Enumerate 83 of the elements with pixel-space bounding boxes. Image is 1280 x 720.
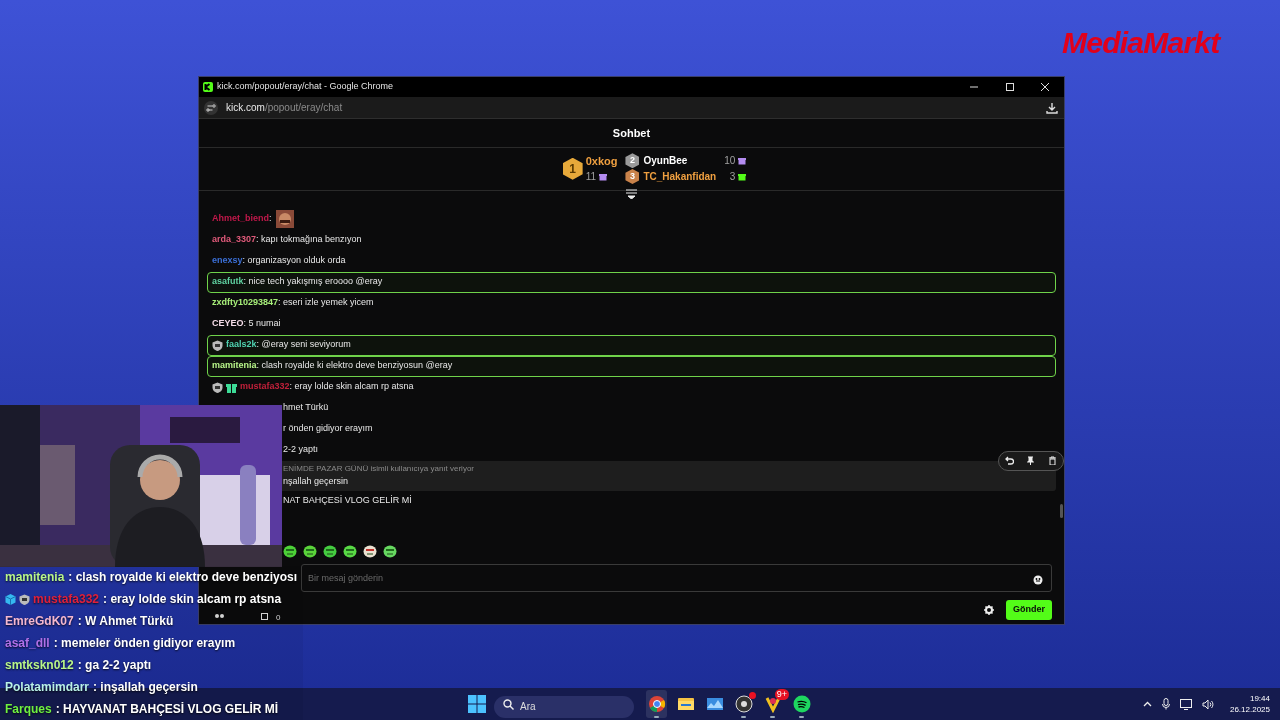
close-icon[interactable] [1040,82,1050,92]
shield-badge-icon [212,381,223,393]
folder-app-icon[interactable] [676,695,695,713]
chat-message: asafutk: nice tech yakışmış eroooo @eray [212,275,383,289]
chart-app-icon[interactable] [705,695,724,713]
stream-chat-message: : ga 2-2 yaptı [77,657,152,674]
chat-message: arda_3307: kapı tokmağına benzıyon [212,233,362,247]
cube-badge-icon [5,593,16,605]
notification-badge: 9+ [774,689,789,700]
emote-icon [283,543,297,558]
kick-favicon-icon [203,82,213,92]
pin-icon[interactable] [1026,456,1036,466]
chat-username: smtkskn012 [5,657,74,674]
chat-message: enexsy: organizasyon olduk orda [212,254,346,268]
gift-count: 3 [729,170,736,185]
reply-icon[interactable] [1005,456,1015,466]
leader-name[interactable]: OyunBee [643,153,688,169]
chat-message: CEYEO: 5 numai [212,317,281,331]
emote-icon [343,543,357,558]
chat-message: mustafa332: eray lolde skin alcam rp atsna [240,380,414,394]
display-icon[interactable] [1179,698,1192,710]
gift-count: 10 [724,154,736,169]
browser-app-icon[interactable] [647,695,666,713]
stream-chat-message: : HAYVANAT BAHÇESİ VLOG GELİR Mİ [55,701,279,718]
square-icon[interactable] [261,613,268,620]
rank-medal: 1 [562,157,583,180]
gift-badge-icon [226,381,237,393]
window-title: kick.com/popout/eray/chat - Google Chrome [217,80,395,94]
chat-message: nşallah geçersin [283,474,350,488]
chat-username: Farques [5,701,52,718]
clock-date[interactable]: 26.12.2025 [1229,704,1270,715]
brand-logo: MediaMarkt [1062,25,1220,61]
microphone-icon[interactable] [1161,698,1170,710]
reply-context: ENİMDE PAZAR GÜNÜ isimli kullanıcıya yanıt veriyor [283,462,475,475]
chat-message: hmet Türkü [283,401,329,415]
record-app-icon[interactable] [734,695,753,713]
chat-title: Sohbet [612,125,651,141]
chat-message: zxdfty10293847: eseri izle yemek yicem [212,296,374,310]
emote-icon [363,543,377,558]
music-app-icon[interactable] [792,695,811,713]
site-settings-icon[interactable] [204,100,218,115]
stream-chat-message: : W Ahmet Türkü [77,613,174,630]
emote-icon [383,543,397,558]
chat-message: NAT BAHÇESİ VLOG GELİR Mİ [283,494,412,508]
settings-icon[interactable] [984,604,994,615]
emote-icon [323,543,337,558]
dots-icon[interactable] [215,613,225,619]
rank-medal: 3 [625,169,640,185]
stream-chat-message: : memeler önden gidiyor erayım [53,635,236,652]
shield-badge-icon [212,339,223,351]
chat-username: mustafa332 [33,591,100,608]
search-field[interactable]: Ara [494,695,634,718]
emote-icon [303,543,317,558]
maximize-icon[interactable] [1005,82,1015,92]
rank-medal: 2 [625,153,640,169]
volume-icon[interactable] [1201,698,1214,710]
leader-name[interactable]: 0xkog [585,152,618,170]
scroll-down-icon[interactable] [626,188,637,199]
shield-badge-icon [19,593,30,605]
count-label: 0 [276,613,281,622]
chat-message: Ahmet_biend: [212,212,272,226]
chat-username: EmreGdK07 [5,613,74,630]
start-icon[interactable] [468,695,486,713]
clock-time[interactable]: 19:44 [1249,693,1270,704]
chat-username: asaf_dll [5,635,50,652]
brush-app-icon[interactable] [763,695,782,713]
download-icon[interactable] [1046,101,1058,114]
scrollbar-thumb[interactable] [1060,504,1063,518]
chat-username: Polatamimdarr [5,679,90,696]
emoji-icon[interactable] [1033,574,1043,585]
gift-count: 11 [585,170,597,185]
stream-chat-message: : inşallah geçersin [93,679,198,696]
search-icon [503,699,514,710]
emote-icon [275,210,294,229]
chat-message: mamitenia: clash royalde ki elektro deve benziyosun @eray [212,359,453,373]
trash-icon[interactable] [1047,456,1057,466]
chat-message: r önden gidiyor erayım [283,422,373,436]
chat-message: faals2k: @eray seni seviyorum [226,338,351,352]
chat-username: mamitenia [5,569,65,586]
chat-message: 2-2 yaptı [283,443,319,457]
leader-name[interactable]: TC_Hakanfidan [643,169,717,185]
chevron-up-icon[interactable] [1142,701,1152,707]
send-button[interactable]: Gönder [1006,599,1052,620]
